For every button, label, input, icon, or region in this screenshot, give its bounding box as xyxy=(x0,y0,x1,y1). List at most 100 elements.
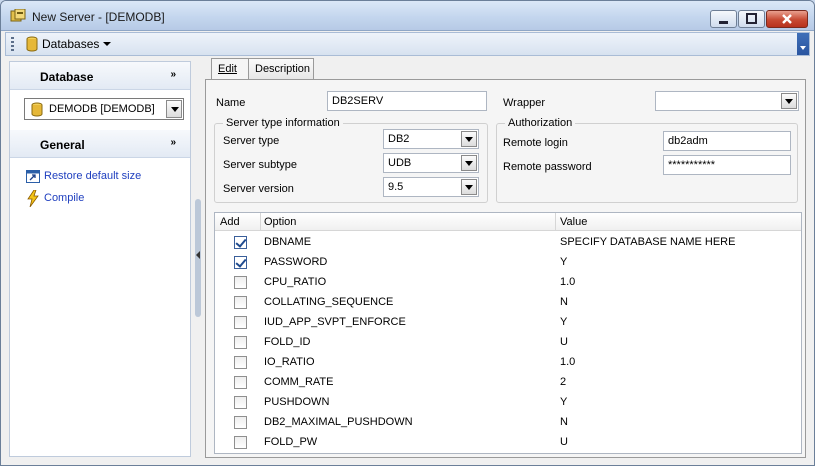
option-value[interactable]: 2 xyxy=(560,376,566,388)
server-type-label: Server type xyxy=(223,135,280,147)
server-subtype-value: UDB xyxy=(388,157,412,169)
name-input[interactable]: DB2SERV xyxy=(327,91,487,111)
sidebar: Database » DEMODB [DEMODB] General » Res… xyxy=(9,61,191,457)
option-name: PASSWORD xyxy=(264,256,328,268)
minimize-button[interactable] xyxy=(710,10,737,28)
server-type-select[interactable]: DB2 xyxy=(383,129,479,149)
column-header-option[interactable]: Option xyxy=(264,216,296,228)
add-checkbox[interactable] xyxy=(234,256,247,269)
maximize-button[interactable] xyxy=(738,10,765,28)
toolbar-grip[interactable] xyxy=(11,37,14,51)
collapse-icon[interactable]: » xyxy=(170,69,176,80)
add-checkbox[interactable] xyxy=(234,336,247,349)
database-select-value: DEMODB [DEMODB] xyxy=(49,103,155,115)
option-name: DBNAME xyxy=(264,236,312,248)
name-label: Name xyxy=(216,97,246,109)
tab-edit-label: Edit xyxy=(218,63,237,75)
option-value[interactable]: 1.0 xyxy=(560,276,575,288)
option-name: COLLATING_SEQUENCE xyxy=(264,296,394,308)
server-version-value: 9.5 xyxy=(388,181,404,193)
table-row[interactable]: COMM_RATE 2 xyxy=(215,373,801,393)
server-icon xyxy=(10,9,26,22)
remote-login-input[interactable]: db2adm xyxy=(663,131,791,151)
option-value[interactable]: 1.0 xyxy=(560,356,575,368)
column-header-add[interactable]: Add xyxy=(220,216,240,228)
app-window: New Server - [DEMODB] Databases Database… xyxy=(0,0,815,466)
table-row[interactable]: PASSWORD Y xyxy=(215,253,801,273)
option-value[interactable]: Y xyxy=(560,316,567,328)
server-type-group-title: Server type information xyxy=(223,117,343,129)
add-checkbox[interactable] xyxy=(234,416,247,429)
tab-edit[interactable]: Edit xyxy=(211,58,249,81)
grid-header: Add Option Value xyxy=(215,213,801,231)
chevron-down-icon[interactable] xyxy=(461,131,477,147)
database-select[interactable]: DEMODB [DEMODB] xyxy=(24,98,184,120)
chevron-down-icon[interactable] xyxy=(166,100,182,118)
remote-password-input[interactable]: *********** xyxy=(663,155,791,175)
panel-splitter[interactable] xyxy=(195,199,203,317)
option-value[interactable]: U xyxy=(560,436,568,448)
compile-link[interactable]: Compile xyxy=(24,188,184,210)
toolbar-overflow-button[interactable] xyxy=(797,33,809,55)
restore-default-size-label: Restore default size xyxy=(44,170,142,182)
collapse-left-icon[interactable] xyxy=(196,251,200,259)
table-row[interactable]: IUD_APP_SVPT_ENFORCE Y xyxy=(215,313,801,333)
table-row[interactable]: PUSHDOWN Y xyxy=(215,393,801,413)
option-value[interactable]: Y xyxy=(560,256,567,268)
minimize-icon xyxy=(719,21,728,24)
option-value[interactable]: Y xyxy=(560,396,567,408)
add-checkbox[interactable] xyxy=(234,316,247,329)
table-row[interactable]: COLLATING_SEQUENCE N xyxy=(215,293,801,313)
add-checkbox[interactable] xyxy=(234,436,247,449)
table-row[interactable]: FOLD_PW U xyxy=(215,433,801,453)
option-name: IO_RATIO xyxy=(264,356,315,368)
remote-login-label: Remote login xyxy=(503,137,568,149)
restore-default-size-link[interactable]: Restore default size xyxy=(24,166,184,188)
database-section-header[interactable]: Database » xyxy=(10,62,190,90)
database-icon xyxy=(31,102,43,117)
option-name: CPU_RATIO xyxy=(264,276,327,288)
collapse-icon[interactable]: » xyxy=(170,137,176,148)
option-value[interactable]: U xyxy=(560,336,568,348)
table-row[interactable]: DB2_MAXIMAL_PUSHDOWN N xyxy=(215,413,801,433)
options-grid: Add Option Value DBNAME SPECIFY DATABASE … xyxy=(214,212,802,454)
option-name: PUSHDOWN xyxy=(264,396,330,408)
chevron-down-icon[interactable] xyxy=(781,93,797,109)
wrapper-select[interactable] xyxy=(655,91,799,111)
add-checkbox[interactable] xyxy=(234,356,247,369)
add-checkbox[interactable] xyxy=(234,376,247,389)
server-subtype-select[interactable]: UDB xyxy=(383,153,479,173)
close-button[interactable] xyxy=(766,10,808,28)
remote-password-value: *********** xyxy=(668,159,716,171)
remote-password-label: Remote password xyxy=(503,161,592,173)
maximize-icon xyxy=(746,13,757,24)
server-type-value: DB2 xyxy=(388,133,410,145)
add-checkbox[interactable] xyxy=(234,236,247,249)
wrapper-label: Wrapper xyxy=(503,97,545,109)
databases-label: Databases xyxy=(42,37,100,51)
column-header-value[interactable]: Value xyxy=(560,216,587,228)
name-input-value: DB2SERV xyxy=(332,95,384,107)
option-value[interactable]: N xyxy=(560,416,568,428)
add-checkbox[interactable] xyxy=(234,296,247,309)
databases-dropdown[interactable]: Databases xyxy=(22,35,115,53)
database-icon xyxy=(26,36,38,52)
add-checkbox[interactable] xyxy=(234,396,247,409)
title-bar: New Server - [DEMODB] xyxy=(1,1,814,31)
option-name: IUD_APP_SVPT_ENFORCE xyxy=(264,316,406,328)
server-version-select[interactable]: 9.5 xyxy=(383,177,479,197)
chevron-down-icon[interactable] xyxy=(461,155,477,171)
general-section-header[interactable]: General » xyxy=(10,130,190,158)
table-row[interactable]: DBNAME SPECIFY DATABASE NAME HERE xyxy=(215,233,801,253)
option-value[interactable]: N xyxy=(560,296,568,308)
chevron-down-icon[interactable] xyxy=(461,179,477,195)
table-row[interactable]: FOLD_ID U xyxy=(215,333,801,353)
compile-label: Compile xyxy=(44,192,85,204)
tab-description[interactable]: Description xyxy=(248,58,314,80)
table-row[interactable]: CPU_RATIO 1.0 xyxy=(215,273,801,293)
option-name: FOLD_ID xyxy=(264,336,311,348)
add-checkbox[interactable] xyxy=(234,276,247,289)
table-row[interactable]: IO_RATIO 1.0 xyxy=(215,353,801,373)
lightning-icon xyxy=(27,190,39,207)
option-value[interactable]: SPECIFY DATABASE NAME HERE xyxy=(560,236,735,248)
